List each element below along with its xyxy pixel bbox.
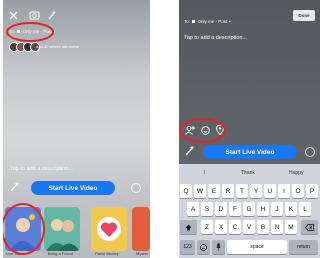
lock-icon [192, 20, 196, 23]
tile-label: Myster [136, 251, 148, 256]
key-u[interactable]: U [264, 184, 276, 198]
key-f[interactable]: F [229, 202, 241, 216]
raise-money-tile[interactable] [91, 207, 127, 251]
key-t[interactable]: T [236, 184, 248, 198]
space-key[interactable]: space [227, 240, 287, 254]
numbers-key[interactable]: 123 [180, 240, 195, 254]
tile-label: Raise Money [95, 251, 119, 256]
key-e[interactable]: E [208, 184, 220, 198]
key-x[interactable]: X [215, 220, 227, 234]
camera-switch-icon[interactable] [29, 10, 40, 20]
backspace-icon [305, 223, 314, 231]
key-d[interactable]: D [215, 202, 227, 216]
mystery-tile[interactable] [132, 207, 150, 251]
suggestion-item[interactable]: I [204, 170, 205, 176]
effects-wand-icon[interactable] [9, 181, 20, 192]
key-b[interactable]: B [257, 220, 269, 234]
key-c[interactable]: C [229, 220, 241, 234]
key-m[interactable]: M [285, 220, 297, 234]
key-v[interactable]: V [243, 220, 255, 234]
key-k[interactable]: K [285, 202, 297, 216]
audience-value: Only me · Post [197, 19, 228, 24]
suggestion-item[interactable]: Happy [289, 170, 303, 176]
key-l[interactable]: L [299, 202, 311, 216]
key-a[interactable]: A [187, 202, 199, 216]
return-key[interactable]: return [289, 240, 318, 254]
more-options-button[interactable] [131, 183, 141, 193]
start-live-video-button[interactable]: Start Live Video [203, 145, 297, 159]
more-options-button[interactable] [305, 147, 315, 157]
dictation-key[interactable] [212, 240, 225, 254]
live-description-screen: Done To: Only me · Post ▾ Tap to add a d… [179, 0, 320, 258]
online-friends-text: and 32 others are online [36, 44, 80, 49]
live-setup-screen: To: Only me · Post ▾ and 32 others are o… [3, 0, 150, 258]
audience-prefix: To: [184, 19, 191, 24]
start-live-video-button[interactable]: Start Live Video [31, 181, 115, 195]
emoji-key[interactable] [197, 240, 210, 254]
description-input[interactable]: Tap to add a description... [10, 166, 73, 172]
key-j[interactable]: J [271, 202, 283, 216]
key-y[interactable]: Y [250, 184, 262, 198]
chevron-down-icon: ▾ [228, 19, 231, 24]
highlight-circle [179, 118, 226, 143]
key-q[interactable]: Q [180, 184, 192, 198]
key-p[interactable]: P [306, 184, 318, 198]
shift-icon [185, 224, 192, 231]
tile-label: Bring a Friend [48, 251, 74, 256]
microphone-icon [216, 243, 221, 251]
key-h[interactable]: H [257, 202, 269, 216]
key-z[interactable]: Z [201, 220, 213, 234]
keyboard: I Thank Happy Q W E R T Y U I O P A S D … [179, 164, 320, 258]
key-o[interactable]: O [292, 184, 304, 198]
magic-wand-icon[interactable] [47, 10, 57, 20]
bring-a-friend-tile[interactable] [44, 207, 80, 251]
highlight-circle [6, 22, 54, 42]
effects-wand-icon[interactable] [184, 145, 195, 156]
highlight-circle [3, 203, 45, 255]
key-g[interactable]: G [243, 202, 255, 216]
done-button[interactable]: Done [293, 10, 315, 21]
key-n[interactable]: N [271, 220, 283, 234]
shift-key[interactable] [180, 220, 197, 234]
key-w[interactable]: W [194, 184, 206, 198]
description-input[interactable]: Tap to add a description... [184, 35, 247, 41]
delete-key[interactable] [301, 220, 318, 234]
close-icon[interactable] [9, 11, 18, 20]
audience-selector[interactable]: To: Only me · Post ▾ [184, 19, 231, 25]
suggestion-item[interactable]: Thank [241, 170, 255, 176]
key-s[interactable]: S [201, 202, 213, 216]
key-i[interactable]: I [278, 184, 290, 198]
key-r[interactable]: R [222, 184, 234, 198]
emoji-icon [200, 243, 207, 251]
